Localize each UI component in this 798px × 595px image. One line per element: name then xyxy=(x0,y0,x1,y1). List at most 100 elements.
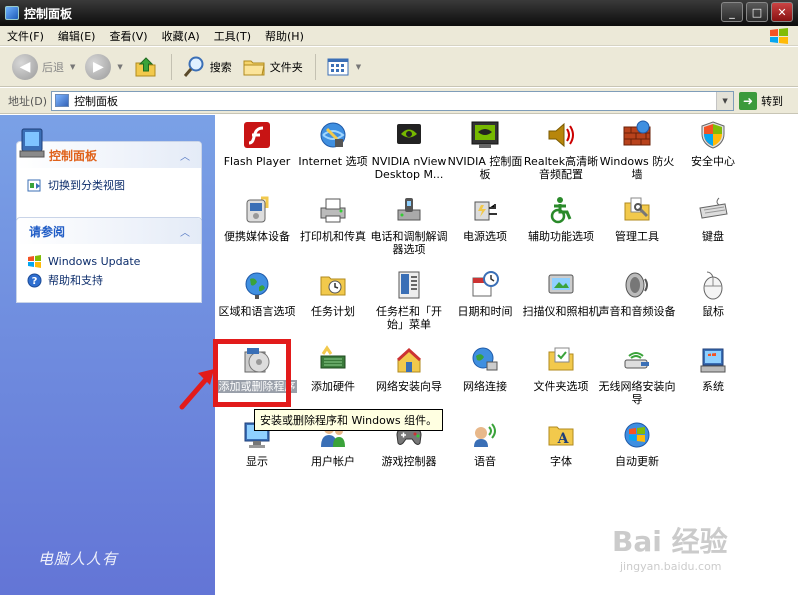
control-panel-item[interactable]: 自动更新 xyxy=(599,417,675,489)
control-panel-item[interactable]: 鼠标 xyxy=(675,267,751,339)
control-panel-item[interactable]: 网络安装向导 xyxy=(371,342,447,414)
category-view-icon xyxy=(27,179,41,191)
annotation-arrow-icon xyxy=(179,369,214,410)
control-panel-icon xyxy=(55,94,70,107)
control-panel-item[interactable]: NVIDIA 控制面板 xyxy=(447,117,523,189)
control-panel-item[interactable]: 管理工具 xyxy=(599,192,675,264)
title-bar[interactable]: 控制面板 _ □ ✕ xyxy=(0,0,798,26)
control-panel-item[interactable]: 网络连接 xyxy=(447,342,523,414)
realtek-audio-icon xyxy=(545,119,577,151)
control-panel-item[interactable]: 区域和语言选项 xyxy=(218,267,296,339)
control-panel-item[interactable]: 电源选项 xyxy=(447,192,523,264)
power-options-icon xyxy=(469,194,501,226)
control-panel-item[interactable]: 便携媒体设备 xyxy=(219,192,295,264)
flash-player-icon xyxy=(241,119,273,151)
nvidia-control-panel-icon xyxy=(469,119,501,151)
control-panel-item[interactable]: A 字体 xyxy=(523,417,599,489)
security-center-icon xyxy=(697,119,729,151)
views-button[interactable]: ▼ xyxy=(322,53,365,81)
sound-icon xyxy=(621,269,653,301)
control-panel-item-label: 任务栏和「开始」菜单 xyxy=(376,305,442,331)
system-icon xyxy=(697,344,729,376)
date-time-icon xyxy=(469,269,501,301)
control-panel-item-label: 游戏控制器 xyxy=(381,455,437,468)
control-panel-item-label: 电源选项 xyxy=(463,230,507,243)
menu-edit[interactable]: 编辑(E) xyxy=(51,28,103,44)
search-label: 搜索 xyxy=(209,60,232,74)
portable-media-icon xyxy=(241,194,273,226)
chevron-up-icon[interactable]: ︿ xyxy=(177,147,193,163)
watermark-left: 电脑人人有 xyxy=(38,550,119,568)
control-panel-window: 控制面板 _ □ ✕ 文件(F) 编辑(E) 查看(V) 收藏(A) 工具(T)… xyxy=(0,0,798,595)
menu-view[interactable]: 查看(V) xyxy=(102,28,154,44)
maximize-button[interactable]: □ xyxy=(746,2,768,22)
control-panel-item[interactable]: 电话和调制解调器选项 xyxy=(371,192,448,264)
address-value: 控制面板 xyxy=(74,94,119,108)
nvidia-nview-icon xyxy=(393,119,425,151)
control-panel-item[interactable]: 无线网络安装向导 xyxy=(599,342,676,414)
back-button[interactable]: ◀ 后退 ▼ xyxy=(8,51,79,83)
control-panel-item-label: Flash Player xyxy=(223,155,291,168)
menu-favorites[interactable]: 收藏(A) xyxy=(155,28,207,44)
help-support-link[interactable]: ? 帮助和支持 xyxy=(27,272,191,288)
svg-text:?: ? xyxy=(32,276,38,287)
control-panel-item[interactable]: 日期和时间 xyxy=(447,267,523,339)
control-panel-item[interactable]: 键盘 xyxy=(675,192,751,264)
address-input[interactable]: 控制面板 ▼ xyxy=(51,90,735,111)
control-panel-item-label: 字体 xyxy=(550,455,572,468)
search-button[interactable]: 搜索 xyxy=(178,52,236,82)
minimize-button[interactable]: _ xyxy=(721,2,743,22)
close-button[interactable]: ✕ xyxy=(771,2,793,22)
chevron-down-icon: ▼ xyxy=(117,62,123,71)
internet-options-icon xyxy=(317,119,349,151)
control-panel-item-label: 用户帐户 xyxy=(311,455,355,468)
forward-button[interactable]: ▶ ▼ xyxy=(81,51,126,83)
up-folder-button[interactable] xyxy=(129,51,163,83)
folders-button[interactable]: 文件夹 xyxy=(238,53,307,81)
control-panel-item[interactable]: Windows 防火墙 xyxy=(599,117,675,189)
control-panel-item-label: 日期和时间 xyxy=(457,305,513,318)
address-label: 地址(D) xyxy=(8,94,48,108)
control-panel-item[interactable]: Realtek高清晰音频配置 xyxy=(523,117,599,189)
windows-update-link[interactable]: Windows Update xyxy=(27,253,191,269)
go-label: 转到 xyxy=(761,94,784,108)
control-panel-item-label: 区域和语言选项 xyxy=(218,305,296,318)
control-panel-item-label: 自动更新 xyxy=(615,455,659,468)
control-panel-item[interactable]: 任务计划 xyxy=(295,267,371,339)
control-panel-item[interactable]: 扫描仪和照相机 xyxy=(523,267,600,339)
chevron-up-icon[interactable]: ︿ xyxy=(177,223,193,239)
toolbar: ◀ 后退 ▼ ▶ ▼ 搜索 文件夹 ▼ xyxy=(0,47,798,87)
control-panel-item[interactable]: NVIDIA nView Desktop M... xyxy=(371,117,447,189)
menu-help[interactable]: 帮助(H) xyxy=(258,28,311,44)
control-panel-item-label: 辅助功能选项 xyxy=(528,230,594,243)
printers-icon xyxy=(317,194,349,226)
control-panel-item[interactable]: 添加硬件 xyxy=(295,342,371,414)
control-panel-item[interactable]: 任务栏和「开始」菜单 xyxy=(371,267,447,339)
control-panel-item-label: 文件夹选项 xyxy=(533,380,589,393)
control-panel-item[interactable]: Flash Player xyxy=(219,117,295,189)
control-panel-item[interactable]: 文件夹选项 xyxy=(523,342,599,414)
control-panel-item[interactable]: 系统 xyxy=(675,342,751,414)
see-also-panel-header[interactable]: 请参阅 ︿ xyxy=(17,218,201,244)
watermark-logo: Bai 经验 xyxy=(612,525,728,558)
switch-category-view-link[interactable]: 切换到分类视图 xyxy=(27,177,191,193)
panel-title: 控制面板 xyxy=(49,148,98,163)
control-panel-item-label: 安全中心 xyxy=(691,155,735,168)
speech-icon xyxy=(469,419,501,451)
control-panel-item-label: Windows 防火墙 xyxy=(599,155,675,181)
windows-logo-icon xyxy=(770,28,788,44)
control-panel-header-icon xyxy=(19,128,45,158)
accessibility-icon xyxy=(545,194,577,226)
help-icon: ? xyxy=(27,273,42,287)
menu-tools[interactable]: 工具(T) xyxy=(207,28,258,44)
go-button[interactable]: ➜ 转到 xyxy=(739,91,784,110)
control-panel-item[interactable]: 辅助功能选项 xyxy=(523,192,599,264)
control-panel-item[interactable]: Internet 选项 xyxy=(295,117,371,189)
menu-file[interactable]: 文件(F) xyxy=(0,28,51,44)
control-panel-item-label: 网络安装向导 xyxy=(376,380,442,393)
control-panel-item[interactable]: 安全中心 xyxy=(675,117,751,189)
control-panel-item[interactable]: 打印机和传真 xyxy=(295,192,371,264)
control-panel-item[interactable]: 声音和音频设备 xyxy=(599,267,676,339)
control-panel-item[interactable]: 语音 xyxy=(447,417,523,489)
address-dropdown-button[interactable]: ▼ xyxy=(716,91,734,110)
